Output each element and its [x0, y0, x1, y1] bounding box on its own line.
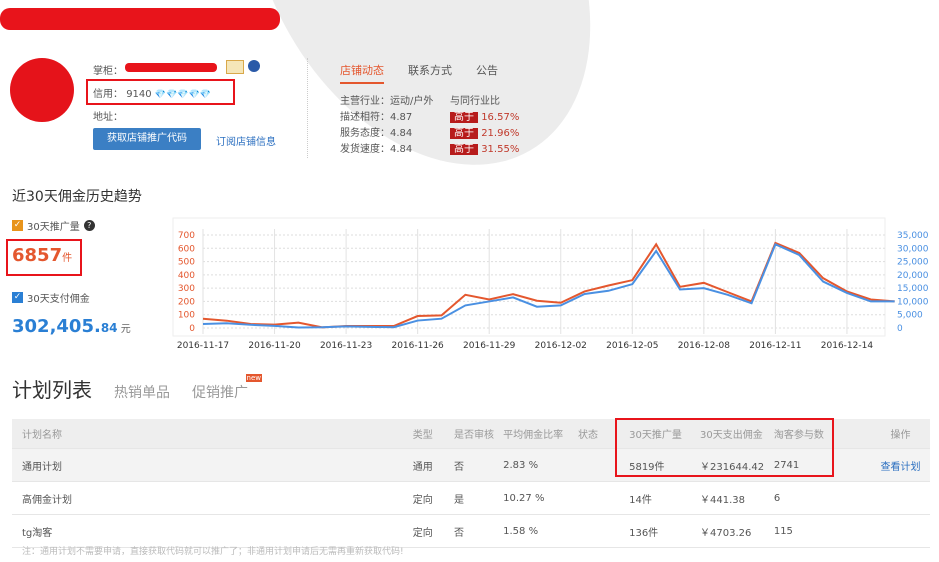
- trend-chart: 0 0 100 5,000 200 10,000 300 15,000 400 20,000 500…: [172, 217, 929, 351]
- table-cell: 否: [453, 448, 503, 482]
- y-right-tick: 35,000: [897, 231, 929, 241]
- table-cell: ￥4703.26: [699, 514, 773, 548]
- y-left-tick: 600: [178, 244, 195, 254]
- view-plan-link[interactable]: 查看计划: [871, 448, 930, 482]
- table-cell: 1.58 %: [502, 514, 578, 548]
- y-right-tick: 0: [897, 324, 903, 334]
- y-left-tick: 400: [178, 271, 195, 281]
- tab-promotion[interactable]: 促销推广 new: [192, 374, 262, 402]
- column-header: 类型: [411, 419, 454, 449]
- table-cell: [577, 514, 629, 548]
- stats-highlight: [615, 418, 834, 477]
- y-left-tick: 100: [178, 311, 195, 321]
- x-tick: 2016-11-23: [320, 341, 372, 351]
- chart-plot-area: [172, 217, 886, 337]
- x-tick: 2016-12-02: [535, 341, 587, 351]
- y-right-tick: 10,000: [897, 297, 929, 307]
- table-cell: [577, 481, 629, 515]
- table-cell: 高佣金计划: [12, 481, 412, 515]
- table-cell: 10.27 %: [502, 481, 578, 515]
- x-tick: 2016-12-14: [821, 341, 874, 351]
- new-badge: new: [245, 374, 262, 382]
- table-cell: 定向: [411, 481, 454, 515]
- tab-hot-items[interactable]: 热销单品: [114, 382, 170, 402]
- y-left-tick: 500: [178, 258, 195, 268]
- tab-promotion-label: 促销推广: [192, 385, 248, 401]
- column-header: 操作: [871, 419, 930, 449]
- y-right-tick: 25,000: [897, 258, 929, 268]
- y-left-tick: 300: [178, 284, 195, 294]
- table-cell: 115: [772, 514, 872, 548]
- table-cell: 定向: [411, 514, 454, 548]
- view-plan-link: [871, 481, 930, 515]
- column-header: 平均佣金比率: [502, 419, 578, 449]
- x-tick: 2016-11-29: [463, 341, 516, 351]
- table-cell: ￥441.38: [699, 481, 773, 515]
- table-cell: 2.83 %: [502, 448, 578, 482]
- y-right-tick: 15,000: [897, 284, 929, 294]
- column-header: 是否审核: [453, 419, 503, 449]
- x-tick: 2016-12-08: [678, 341, 731, 351]
- table-cell: 6: [772, 481, 872, 515]
- y-left-tick: 0: [189, 324, 195, 334]
- table-cell: 通用计划: [12, 448, 412, 482]
- x-tick: 2016-11-20: [248, 341, 301, 351]
- y-right-tick: 5,000: [897, 311, 923, 321]
- table-cell: 是: [453, 481, 503, 515]
- y-right-tick: 20,000: [897, 271, 929, 281]
- column-header: 计划名称: [12, 419, 412, 449]
- view-plan-link: [871, 514, 930, 548]
- table-cell: tg淘客: [12, 514, 412, 548]
- table-cell: 通用: [411, 448, 454, 482]
- x-tick: 2016-12-05: [606, 341, 658, 351]
- x-tick: 2016-12-11: [749, 341, 801, 351]
- table-row: 高佣金计划 定向是 10.27 % 14件 ￥441.38 6: [12, 481, 930, 515]
- table-row: tg淘客 定向否 1.58 % 136件 ￥4703.26 115: [12, 514, 930, 548]
- table-cell: 14件: [628, 481, 700, 515]
- table-cell: 136件: [628, 514, 700, 548]
- x-tick: 2016-11-17: [177, 341, 229, 351]
- y-left-tick: 700: [178, 231, 195, 241]
- y-left-tick: 200: [178, 297, 195, 307]
- y-right-tick: 30,000: [897, 244, 929, 254]
- table-cell: 否: [453, 514, 503, 548]
- footer-note: 注：通用计划不需要申请，直接获取代码就可以推广了；非通用计划申请后无需再重新获取…: [22, 547, 404, 557]
- tab-plan-list[interactable]: 计划列表: [12, 374, 92, 403]
- x-tick: 2016-11-26: [391, 341, 444, 351]
